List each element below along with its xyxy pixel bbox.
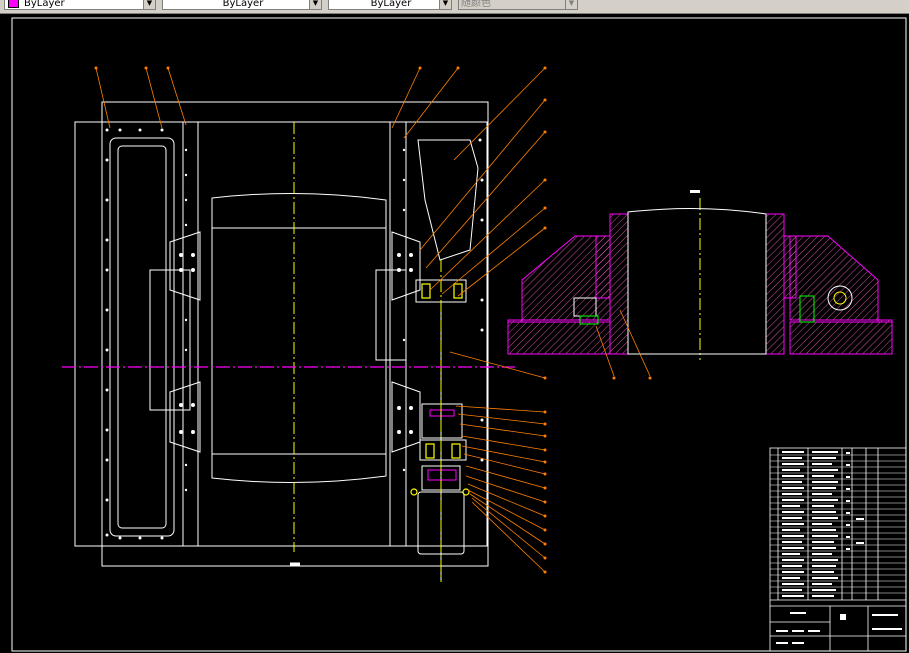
drawing-canvas[interactable] (0, 14, 909, 653)
linetype-combo[interactable]: ByLayer ▼ (162, 0, 322, 10)
title-block (769, 447, 907, 652)
chevron-down-icon[interactable]: ▼ (439, 0, 451, 9)
properties-toolbar: ByLayer ▼ ByLayer ▼ ByLayer ▼ 随颜色 ▼ (0, 0, 909, 14)
front-view (74, 101, 489, 582)
color-combo[interactable]: ByLayer ▼ (4, 0, 156, 10)
color-swatch-icon (8, 0, 19, 8)
cad-drawing (11, 17, 907, 652)
chevron-down-icon[interactable]: ▼ (565, 0, 577, 9)
chevron-down-icon[interactable]: ▼ (143, 0, 155, 9)
bearing-details (410, 283, 470, 496)
lineweight-combo[interactable]: ByLayer ▼ (328, 0, 452, 10)
parts-list-text-blocks (776, 451, 902, 644)
chevron-down-icon[interactable]: ▼ (309, 0, 321, 9)
plotstyle-combo[interactable]: 随颜色 ▼ (458, 0, 578, 10)
